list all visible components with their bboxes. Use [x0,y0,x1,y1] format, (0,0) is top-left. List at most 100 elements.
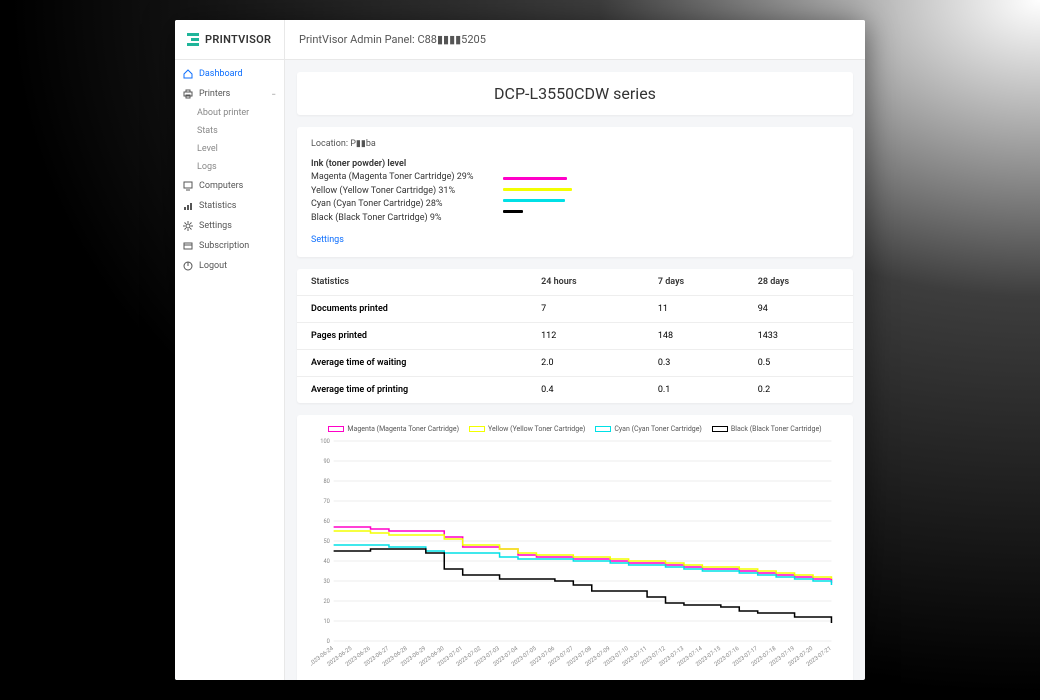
stats-header-cell: 24 hours [527,269,644,296]
ink-bar-row [503,184,839,195]
chart-card: Magenta (Magenta Toner Cartridge) Yellow … [297,415,853,680]
svg-text:50: 50 [323,539,329,545]
stats-row-label: Pages printed [297,323,527,350]
ink-bar-row [503,206,839,217]
legend-item: Yellow (Yellow Toner Cartridge) [469,425,585,433]
toner-history-chart: 01020304050607080901002023-06-242023-06-… [311,437,839,677]
ink-title: Ink (toner powder) level [311,159,839,169]
ink-bar [503,210,523,213]
sidebar-item-statistics[interactable]: Statistics [175,196,284,216]
ink-bar [503,188,571,191]
stats-row-label: Average time of waiting [297,350,527,377]
topbar: PRINTVISOR PrintVisor Admin Panel: C88▮▮… [175,20,865,60]
table-row: Average time of waiting2.00.30.5 [297,350,853,377]
svg-text:20: 20 [323,599,329,605]
stats-cell: 148 [644,323,744,350]
ink-label: Black (Black Toner Cartridge) 9% [311,212,473,226]
sidebar: Dashboard Printers − About printer Stats… [175,60,285,680]
svg-text:90: 90 [323,459,329,465]
brand-name: PRINTVISOR [205,33,271,46]
app-title: PrintVisor Admin Panel: C88▮▮▮▮5205 [285,33,486,46]
minus-icon: − [271,90,276,99]
sidebar-sub-stats[interactable]: Stats [175,122,284,140]
ink-label: Magenta (Magenta Toner Cartridge) 29% [311,171,473,185]
stats-cell: 94 [744,296,853,323]
sidebar-label-logout: Logout [199,261,227,271]
ink-label: Yellow (Yellow Toner Cartridge) 31% [311,185,473,199]
svg-text:0: 0 [327,639,330,645]
table-row: Pages printed1121481433 [297,323,853,350]
ink-text-list: Magenta (Magenta Toner Cartridge) 29%Yel… [311,171,473,225]
legend-label: Magenta (Magenta Toner Cartridge) [347,425,459,433]
legend-swatch-icon [328,426,344,432]
table-row: Documents printed71194 [297,296,853,323]
legend-label: Black (Black Toner Cartridge) [731,425,822,433]
page-title: DCP-L3550CDW series [297,72,853,115]
svg-text:10: 10 [323,619,329,625]
sidebar-label-settings: Settings [199,221,232,231]
stats-cell: 7 [527,296,644,323]
sidebar-sub-level[interactable]: Level [175,140,284,158]
sidebar-sub-logs[interactable]: Logs [175,158,284,176]
stats-card: Statistics24 hours7 days28 days Document… [297,269,853,403]
stats-cell: 1433 [744,323,853,350]
svg-text:40: 40 [323,559,329,565]
table-row: Average time of printing0.40.10.2 [297,377,853,404]
legend-item: Black (Black Toner Cartridge) [712,425,822,433]
stats-header-cell: 28 days [744,269,853,296]
legend-swatch-icon [469,426,485,432]
svg-text:80: 80 [323,479,329,485]
sidebar-label-computers: Computers [199,181,243,191]
printer-info-card: Location: P▮▮ba Ink (toner powder) level… [297,127,853,257]
power-icon [183,261,193,271]
settings-link[interactable]: Settings [311,235,344,245]
sidebar-item-subscription[interactable]: Subscription [175,236,284,256]
home-icon [183,69,193,79]
sidebar-item-dashboard[interactable]: Dashboard [175,64,284,84]
sidebar-item-computers[interactable]: Computers [175,176,284,196]
gear-icon [183,221,193,231]
ink-bar [503,199,565,202]
ink-bar [503,177,567,180]
legend-item: Cyan (Cyan Toner Cartridge) [595,425,702,433]
printer-icon [183,89,193,99]
stats-cell: 0.2 [744,377,853,404]
sidebar-label-subscription: Subscription [199,241,249,251]
ink-bar-row [503,173,839,184]
svg-text:60: 60 [323,519,329,525]
stats-row-label: Documents printed [297,296,527,323]
sidebar-item-printers[interactable]: Printers − [175,84,284,104]
ink-label: Cyan (Cyan Toner Cartridge) 28% [311,198,473,212]
stats-table: Statistics24 hours7 days28 days Document… [297,269,853,403]
legend-item: Magenta (Magenta Toner Cartridge) [328,425,459,433]
legend-label: Cyan (Cyan Toner Cartridge) [614,425,702,433]
stats-cell: 0.3 [644,350,744,377]
sidebar-label-statistics: Statistics [199,201,236,211]
card-icon [183,241,193,251]
stats-cell: 0.5 [744,350,853,377]
stats-row-label: Average time of printing [297,377,527,404]
location-text: Location: P▮▮ba [311,139,839,149]
stats-cell: 0.4 [527,377,644,404]
legend-swatch-icon [712,426,728,432]
ink-bar-list [503,171,839,225]
logo-mark-icon [187,33,199,46]
svg-text:70: 70 [323,499,329,505]
sidebar-label-printers: Printers [199,89,230,99]
sidebar-label-dashboard: Dashboard [199,69,243,79]
legend-swatch-icon [595,426,611,432]
chart-icon [183,201,193,211]
stats-header-cell: 7 days [644,269,744,296]
page-title-card: DCP-L3550CDW series [297,72,853,115]
chart-legend: Magenta (Magenta Toner Cartridge) Yellow … [311,425,839,433]
brand-logo[interactable]: PRINTVISOR [175,20,285,59]
stats-cell: 11 [644,296,744,323]
app-window: PRINTVISOR PrintVisor Admin Panel: C88▮▮… [175,20,865,680]
monitor-icon [183,181,193,191]
stats-cell: 112 [527,323,644,350]
sidebar-sub-about[interactable]: About printer [175,104,284,122]
sidebar-item-logout[interactable]: Logout [175,256,284,276]
svg-text:100: 100 [320,439,330,445]
sidebar-item-settings[interactable]: Settings [175,216,284,236]
main-content: DCP-L3550CDW series Location: P▮▮ba Ink … [285,60,865,680]
